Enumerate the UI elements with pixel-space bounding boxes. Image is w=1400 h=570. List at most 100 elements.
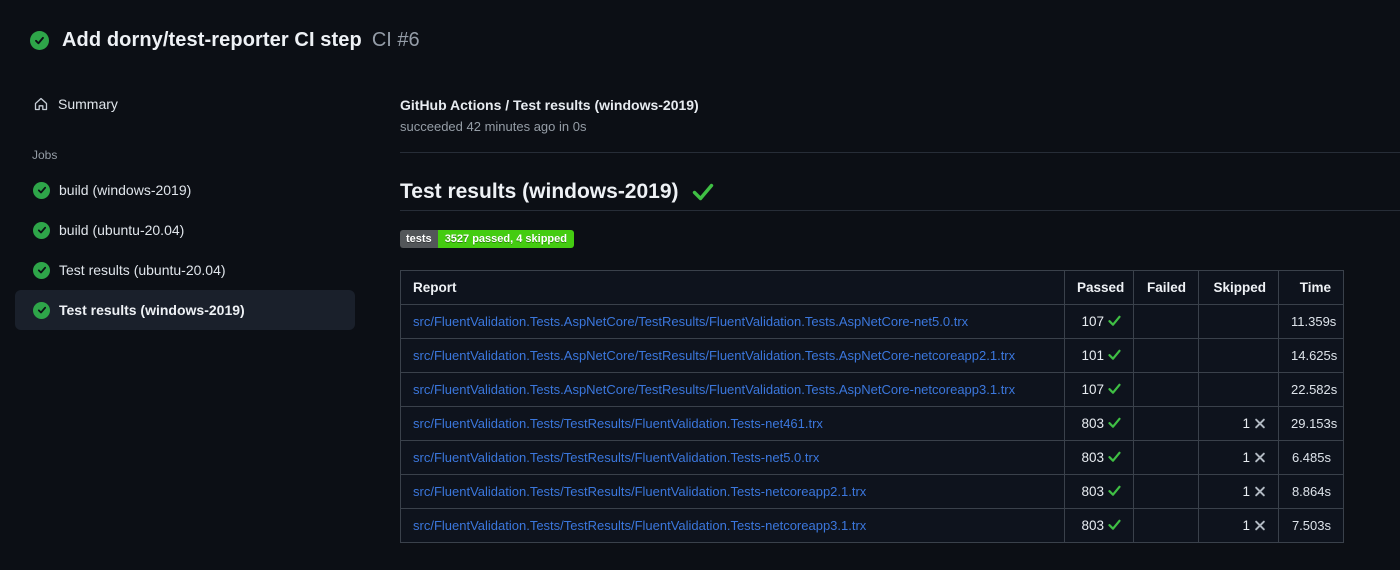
report-cell: src/FluentValidation.Tests/TestResults/F… — [400, 474, 1065, 509]
sidebar: Summary Jobs build (windows-2019) build (… — [0, 84, 400, 330]
section-divider — [400, 152, 1400, 153]
job-label: Test results (windows-2019) — [59, 302, 245, 318]
report-link[interactable]: src/FluentValidation.Tests.AspNetCore/Te… — [413, 382, 1015, 397]
passed-count: 803 — [1081, 518, 1104, 533]
job-success-icon — [33, 181, 50, 199]
job-success-icon — [33, 301, 50, 319]
skipped-cell: 1 — [1198, 508, 1279, 543]
time-cell: 22.582s — [1278, 372, 1344, 407]
failed-cell — [1133, 508, 1199, 543]
pass-check-icon — [1108, 417, 1121, 428]
time-cell: 14.625s — [1278, 338, 1344, 373]
passed-cell: 107 — [1064, 304, 1134, 339]
passed-cell: 803 — [1064, 474, 1134, 509]
report-link[interactable]: src/FluentValidation.Tests.AspNetCore/Te… — [413, 348, 1015, 363]
job-label: build (ubuntu-20.04) — [59, 222, 185, 238]
skipped-cell: 1 — [1198, 440, 1279, 475]
main-panel: GitHub Actions / Test results (windows-2… — [400, 84, 1400, 543]
skipped-cell — [1198, 304, 1279, 339]
col-header-report: Report — [400, 270, 1065, 305]
col-header-time: Time — [1278, 270, 1344, 305]
report-link[interactable]: src/FluentValidation.Tests/TestResults/F… — [413, 416, 823, 431]
time-cell: 29.153s — [1278, 406, 1344, 441]
tests-badge-value: 3527 passed, 4 skipped — [437, 230, 574, 248]
time-cell: 7.503s — [1278, 508, 1344, 543]
report-cell: src/FluentValidation.Tests/TestResults/F… — [400, 440, 1065, 475]
pass-check-icon — [1108, 485, 1121, 496]
skipped-cell — [1198, 338, 1279, 373]
failed-cell — [1133, 304, 1199, 339]
time-cell: 11.359s — [1278, 304, 1344, 339]
skipped-cell — [1198, 372, 1279, 407]
jobs-section-label: Jobs — [32, 148, 58, 162]
results-table: Report Passed Failed Skipped Time src/Fl… — [400, 270, 1344, 543]
job-success-icon — [33, 221, 50, 239]
sidebar-item-summary[interactable]: Summary — [15, 84, 355, 124]
sidebar-job-item-2[interactable]: Test results (ubuntu-20.04) — [15, 250, 355, 290]
passed-count: 101 — [1081, 348, 1104, 363]
passed-count: 803 — [1081, 484, 1104, 499]
skipped-cell: 1 — [1198, 406, 1279, 441]
check-run-status: succeeded 42 minutes ago in 0s — [400, 119, 587, 134]
home-icon — [34, 97, 48, 111]
passed-count: 803 — [1081, 416, 1104, 431]
table-header-row: Report Passed Failed Skipped Time — [400, 270, 1344, 305]
failed-cell — [1133, 338, 1199, 373]
skipped-count: 1 — [1242, 416, 1250, 431]
col-header-skipped: Skipped — [1198, 270, 1279, 305]
job-label: build (windows-2019) — [59, 182, 192, 198]
failed-cell — [1133, 440, 1199, 475]
passed-cell: 803 — [1064, 508, 1134, 543]
job-success-icon — [33, 261, 50, 279]
table-row: src/FluentValidation.Tests.AspNetCore/Te… — [400, 338, 1344, 373]
check-icon — [692, 183, 713, 201]
skip-x-icon — [1255, 486, 1265, 497]
run-success-icon — [30, 31, 49, 50]
table-row: src/FluentValidation.Tests.AspNetCore/Te… — [400, 372, 1344, 407]
time-cell: 6.485s — [1278, 440, 1344, 475]
table-row: src/FluentValidation.Tests/TestResults/F… — [400, 406, 1344, 441]
col-header-failed: Failed — [1133, 270, 1199, 305]
sidebar-job-item-1[interactable]: build (ubuntu-20.04) — [15, 210, 355, 250]
pass-check-icon — [1108, 519, 1121, 530]
col-header-passed: Passed — [1064, 270, 1134, 305]
run-title: Add dorny/test-reporter CI step — [62, 29, 362, 51]
sidebar-summary-label: Summary — [58, 96, 118, 112]
report-link[interactable]: src/FluentValidation.Tests/TestResults/F… — [413, 450, 819, 465]
report-cell: src/FluentValidation.Tests.AspNetCore/Te… — [400, 372, 1065, 407]
skipped-cell: 1 — [1198, 474, 1279, 509]
check-run-title: GitHub Actions / Test results (windows-2… — [400, 97, 699, 113]
pass-check-icon — [1108, 315, 1121, 326]
skipped-count: 1 — [1242, 484, 1250, 499]
passed-cell: 101 — [1064, 338, 1134, 373]
report-link[interactable]: src/FluentValidation.Tests.AspNetCore/Te… — [413, 314, 968, 329]
pass-check-icon — [1108, 451, 1121, 462]
run-header: Add dorny/test-reporter CI step CI #6 — [0, 0, 1400, 52]
failed-cell — [1133, 474, 1199, 509]
table-row: src/FluentValidation.Tests/TestResults/F… — [400, 508, 1344, 543]
report-link[interactable]: src/FluentValidation.Tests/TestResults/F… — [413, 484, 866, 499]
report-cell: src/FluentValidation.Tests/TestResults/F… — [400, 406, 1065, 441]
section-head: Test results (windows-2019) — [400, 180, 1400, 211]
passed-cell: 107 — [1064, 372, 1134, 407]
run-number: CI #6 — [371, 29, 420, 51]
skipped-count: 1 — [1242, 450, 1250, 465]
table-row: src/FluentValidation.Tests.AspNetCore/Te… — [400, 304, 1344, 339]
tests-badge: tests 3527 passed, 4 skipped — [400, 230, 574, 248]
report-cell: src/FluentValidation.Tests.AspNetCore/Te… — [400, 338, 1065, 373]
report-cell: src/FluentValidation.Tests.AspNetCore/Te… — [400, 304, 1065, 339]
report-cell: src/FluentValidation.Tests/TestResults/F… — [400, 508, 1065, 543]
skipped-count: 1 — [1242, 518, 1250, 533]
page-layout: Summary Jobs build (windows-2019) build (… — [0, 84, 1400, 543]
failed-cell — [1133, 406, 1199, 441]
skip-x-icon — [1255, 418, 1265, 429]
failed-cell — [1133, 372, 1199, 407]
table-row: src/FluentValidation.Tests/TestResults/F… — [400, 474, 1344, 509]
skip-x-icon — [1255, 520, 1265, 531]
sidebar-job-item-0[interactable]: build (windows-2019) — [15, 170, 355, 210]
report-link[interactable]: src/FluentValidation.Tests/TestResults/F… — [413, 518, 866, 533]
sidebar-job-item-3[interactable]: Test results (windows-2019) — [15, 290, 355, 330]
time-cell: 8.864s — [1278, 474, 1344, 509]
results-table-body: src/FluentValidation.Tests.AspNetCore/Te… — [400, 304, 1344, 543]
passed-cell: 803 — [1064, 440, 1134, 475]
